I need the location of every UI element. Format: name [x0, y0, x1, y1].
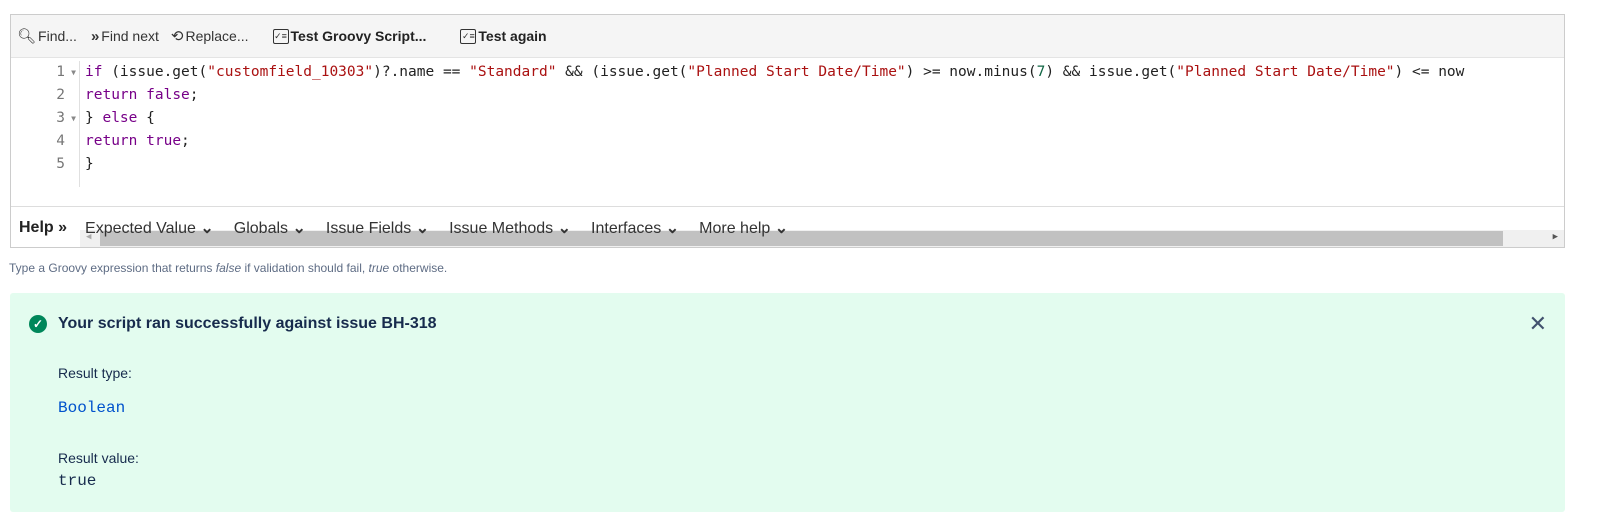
chevron-down-icon: ⌄ — [553, 220, 572, 237]
hint-prefix: Type a Groovy expression that returns — [9, 261, 216, 275]
code-token: } — [85, 156, 94, 172]
help-menu-item[interactable]: Expected Value ⌄ — [85, 218, 214, 238]
code-token: "Planned Start Date/Time" — [1176, 64, 1395, 80]
checklist-icon: ✓≡ — [272, 28, 289, 44]
code-token: "Planned Start Date/Time" — [687, 64, 906, 80]
result-type-value: Boolean — [58, 399, 126, 417]
code-token: && (issue.get( — [556, 64, 688, 80]
help-menu-label: Expected Value — [85, 220, 196, 237]
code-token: if — [85, 64, 103, 80]
hint-false: false — [215, 261, 242, 275]
code-token: } — [85, 110, 103, 126]
line-number-text: 2 — [56, 87, 65, 103]
help-menu-label: Issue Methods — [449, 220, 554, 237]
line-number: 1 ▼ — [11, 61, 79, 84]
hint-true: true — [368, 261, 390, 275]
code-token: ; — [181, 133, 190, 149]
find-button[interactable]: 🔍︎ Find... — [17, 27, 77, 45]
editor-toolbar: 🔍︎ Find... » Find next ⟲ Replace... ✓≡ Test … — [11, 15, 1564, 58]
code-token: false — [146, 87, 190, 103]
replace-icon: ⟲ — [170, 28, 184, 45]
help-menu: Expected Value ⌄ Globals ⌄ Issue Fields ⌄ I… — [85, 218, 808, 238]
help-menu-item[interactable]: Interfaces ⌄ — [591, 218, 679, 238]
fold-arrow-icon[interactable]: ▼ — [71, 107, 76, 130]
code-token: { — [137, 110, 155, 126]
code-token: else — [102, 110, 138, 126]
test-script-label: Test Groovy Script... — [290, 28, 427, 44]
help-label: Help — [19, 219, 54, 236]
help-bar: Help » Expected Value ⌄ Globals ⌄ Issue Fi… — [11, 206, 1564, 249]
line-number-text: 4 — [56, 133, 65, 149]
result-value: true — [58, 472, 97, 490]
success-message: ✓ Your script ran successfully against i… — [10, 293, 1565, 512]
success-title: Your script ran successfully against iss… — [58, 315, 437, 332]
chevron-down-icon: ⌄ — [288, 220, 306, 237]
code-line[interactable]: } else { — [85, 107, 1564, 130]
double-chevron-icon: » — [90, 27, 100, 45]
code-token: )?.name == — [373, 64, 470, 80]
line-number: 3 ▼ — [11, 107, 79, 130]
code-token: return — [85, 133, 138, 149]
line-number: 4 — [11, 130, 79, 153]
chevron-down-icon: ⌄ — [411, 220, 430, 237]
fold-arrow-icon[interactable]: ▼ — [71, 61, 76, 84]
find-next-button[interactable]: » Find next — [91, 28, 159, 45]
code-line[interactable]: return true; — [85, 130, 1564, 153]
line-number-text: 1 — [56, 64, 65, 80]
replace-label: Replace... — [185, 28, 249, 44]
help-menu-item[interactable]: Globals ⌄ — [234, 218, 306, 238]
script-editor: 🔍︎ Find... » Find next ⟲ Replace... ✓≡ Test … — [10, 14, 1565, 248]
test-again-label: Test again — [478, 28, 547, 44]
help-menu-item[interactable]: Issue Methods ⌄ — [449, 218, 571, 238]
code-token: (issue.get( — [102, 64, 208, 80]
checklist-icon: ✓≡ — [460, 28, 477, 44]
code-lines[interactable]: if (issue.get("customfield_10303")?.name… — [85, 61, 1564, 176]
code-token: true — [146, 133, 182, 149]
help-menu-label: Globals — [233, 220, 289, 237]
code-line[interactable]: } — [85, 153, 1564, 176]
line-number-text: 3 — [56, 110, 65, 126]
code-token: "Standard" — [469, 64, 557, 80]
code-token: ; — [189, 87, 199, 103]
test-again-button[interactable]: ✓≡ Test again — [460, 28, 547, 44]
code-area[interactable]: 1 ▼ 2 3 ▼ 4 5 if (issue.get("customfield_10303… — [11, 61, 1564, 247]
hint-suffix: otherwise. — [389, 261, 448, 275]
find-next-label: Find next — [101, 28, 159, 44]
help-menu-item[interactable]: Issue Fields ⌄ — [326, 218, 429, 238]
hint-middle: if validation should fail, — [241, 261, 369, 275]
test-groovy-script-button[interactable]: ✓≡ Test Groovy Script... — [272, 28, 427, 44]
help-title: Help » — [19, 219, 68, 236]
chevron-down-icon: ⌄ — [661, 220, 680, 237]
line-number: 2 — [11, 84, 79, 107]
find-label: Find... — [38, 28, 77, 44]
help-menu-label: Issue Fields — [325, 220, 412, 237]
close-icon[interactable]: ✕ — [1529, 311, 1547, 337]
code-token: ) && issue.get( — [1045, 64, 1177, 80]
chevron-down-icon: ⌄ — [770, 220, 789, 237]
code-token: ) >= now.minus( — [905, 64, 1037, 80]
line-number-gutter: 1 ▼ 2 3 ▼ 4 5 — [11, 61, 80, 187]
help-menu-label: More help — [699, 220, 771, 237]
code-line[interactable]: return false; — [85, 84, 1564, 107]
code-line[interactable]: if (issue.get("customfield_10303")?.name… — [85, 61, 1564, 84]
success-check-icon: ✓ — [29, 315, 47, 333]
line-number-text: 5 — [56, 156, 65, 172]
help-menu-label: Interfaces — [591, 220, 662, 237]
chevron-down-icon: ⌄ — [195, 220, 214, 237]
hint-text: Type a Groovy expression that returns fa… — [9, 261, 447, 275]
search-icon: 🔍︎ — [17, 28, 37, 45]
help-menu-item[interactable]: More help ⌄ — [699, 218, 788, 238]
result-type-label: Result type: — [58, 365, 132, 381]
code-token: ) <= now — [1394, 64, 1465, 80]
replace-button[interactable]: ⟲ Replace... — [171, 27, 249, 45]
line-number: 5 — [11, 153, 79, 176]
result-value-label: Result value: — [58, 450, 139, 466]
code-token: "customfield_10303" — [207, 64, 374, 80]
code-token: return — [85, 87, 138, 103]
